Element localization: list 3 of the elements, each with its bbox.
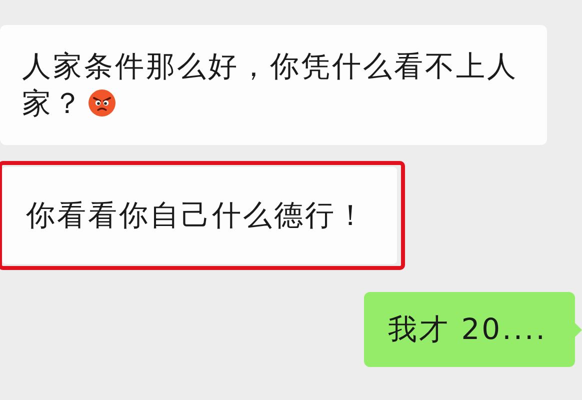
- message-text: 人家条件那么好，你凭什么看不上人家？: [22, 49, 518, 120]
- message-text: 你看看你自己什么德行！: [26, 198, 367, 232]
- message-text: 我才 20....: [388, 312, 547, 346]
